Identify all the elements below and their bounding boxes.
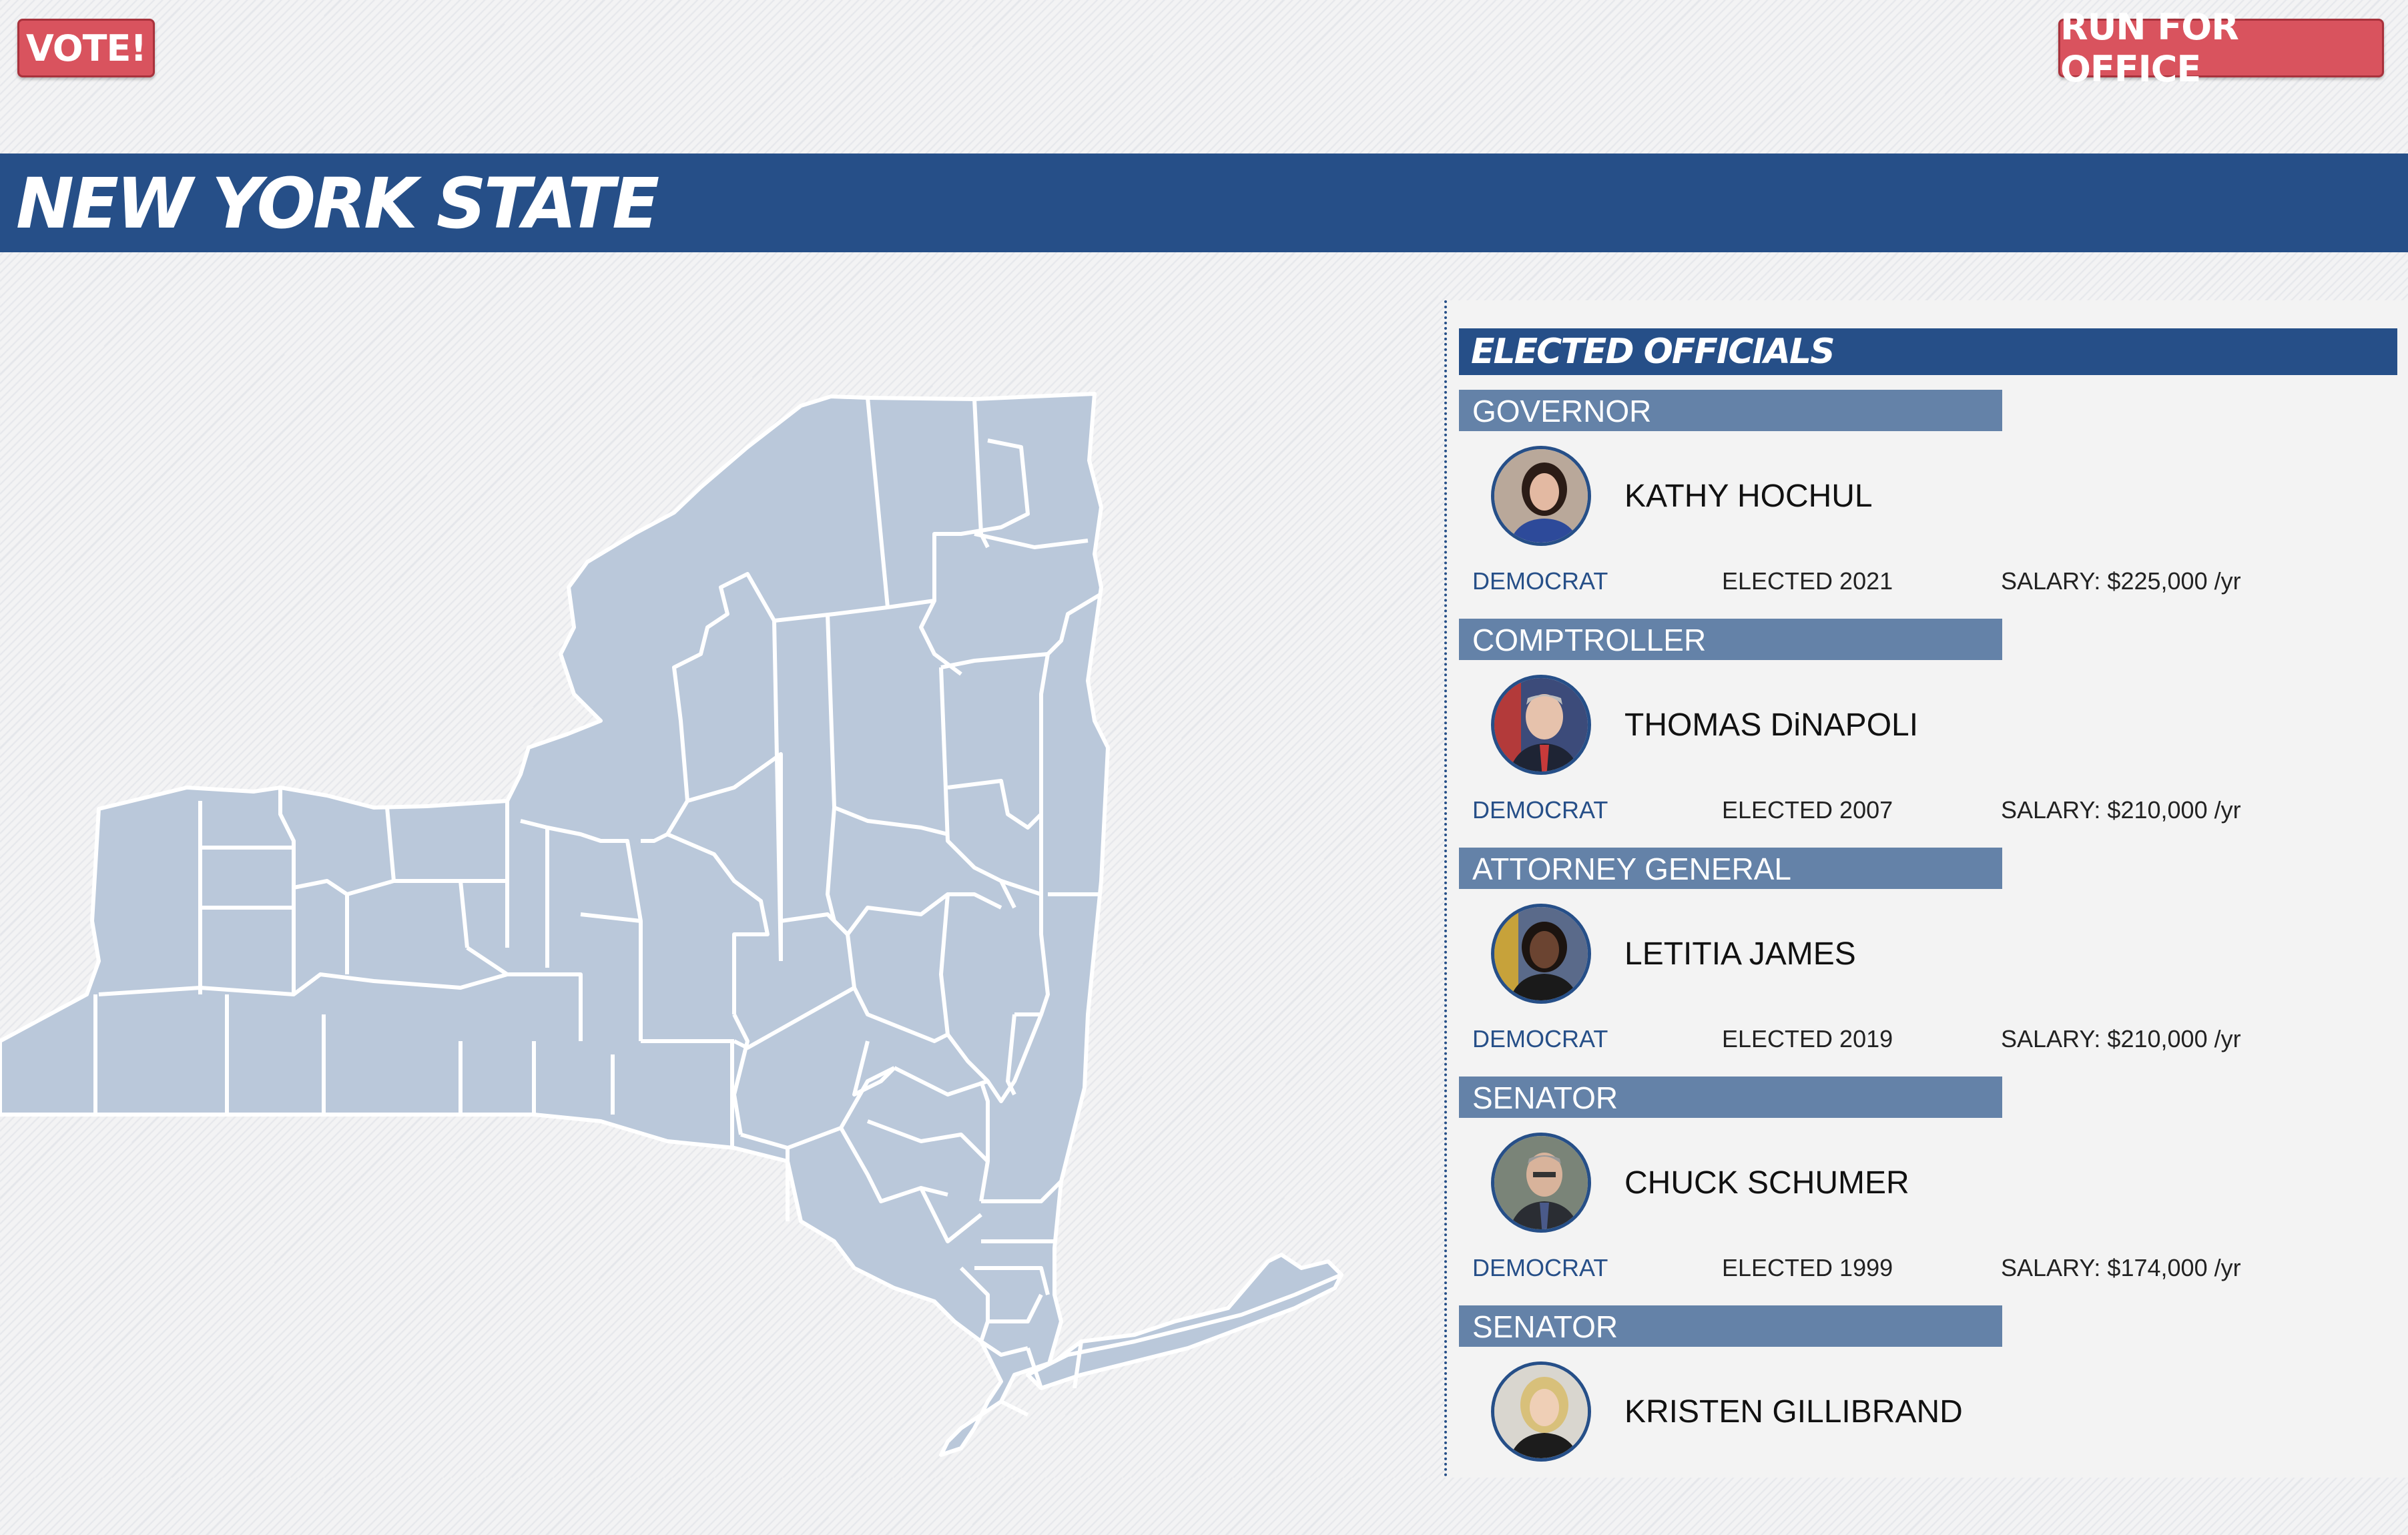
new-york-state-counties-map[interactable] <box>0 374 1355 1468</box>
official-name: KRISTEN GILLIBRAND <box>1624 1394 1963 1430</box>
official-elected: ELECTED 2021 <box>1722 567 1893 595</box>
avatar[interactable] <box>1491 446 1591 546</box>
avatar[interactable] <box>1491 904 1591 1004</box>
official-salary: SALARY: $210,000 /yr <box>2001 1025 2241 1052</box>
avatar[interactable] <box>1491 675 1591 775</box>
role-label: GOVERNOR <box>1472 394 1652 428</box>
panel-divider <box>1444 300 1447 1478</box>
page-title: NEW YORK STATE <box>16 163 659 244</box>
role-label: COMPTROLLER <box>1472 623 1707 657</box>
official-name: KATHY HOCHUL <box>1624 479 1873 514</box>
role-bar: GOVERNOR <box>1459 390 2002 431</box>
official-party: DEMOCRAT <box>1472 567 1608 595</box>
role-bar: COMPTROLLER <box>1459 619 2002 660</box>
official-card-senator-1[interactable]: SENATOR CHUCK SCHUMER DEMOCRAT ELECTED 1… <box>1459 1077 2397 1306</box>
official-card-governor[interactable]: GOVERNOR KATHY HOCHUL DEMOCRAT ELECTED 2… <box>1459 390 2397 619</box>
state-banner: NEW YORK STATE <box>0 154 2408 252</box>
official-elected: ELECTED 2007 <box>1722 796 1893 824</box>
elected-officials-title: ELECTED OFFICIALS <box>1471 332 1835 372</box>
avatar[interactable] <box>1491 1133 1591 1233</box>
run-for-office-button[interactable]: RUN FOR OFFICE <box>2058 6 2384 90</box>
official-name: CHUCK SCHUMER <box>1624 1165 1909 1201</box>
official-elected: ELECTED 2019 <box>1722 1025 1893 1052</box>
role-label: ATTORNEY GENERAL <box>1472 852 1792 886</box>
avatar[interactable] <box>1491 1361 1591 1462</box>
elected-officials-heading: ELECTED OFFICIALS <box>1459 328 2397 375</box>
role-bar: SENATOR <box>1459 1305 2002 1347</box>
official-name: THOMAS DiNAPOLI <box>1624 707 1919 743</box>
official-card-attorney-general[interactable]: ATTORNEY GENERAL LETITIA JAMES DEMOCRAT … <box>1459 848 2397 1077</box>
vote-button[interactable]: VOTE! <box>17 19 155 77</box>
official-card-senator-2[interactable]: SENATOR KRISTEN GILLIBRAND <box>1459 1305 2397 1535</box>
official-card-comptroller[interactable]: COMPTROLLER THOMAS DiNAPOLI DEMOCRAT ELE… <box>1459 619 2397 848</box>
role-bar: SENATOR <box>1459 1077 2002 1118</box>
role-bar: ATTORNEY GENERAL <box>1459 848 2002 889</box>
role-label: SENATOR <box>1472 1309 1618 1344</box>
official-party: DEMOCRAT <box>1472 796 1608 824</box>
official-salary: SALARY: $174,000 /yr <box>2001 1254 2241 1281</box>
official-party: DEMOCRAT <box>1472 1025 1608 1052</box>
official-salary: SALARY: $225,000 /yr <box>2001 567 2241 595</box>
official-elected: ELECTED 1999 <box>1722 1254 1893 1281</box>
official-name: LETITIA JAMES <box>1624 936 1856 972</box>
role-label: SENATOR <box>1472 1081 1618 1115</box>
official-salary: SALARY: $210,000 /yr <box>2001 796 2241 824</box>
official-party: DEMOCRAT <box>1472 1254 1608 1281</box>
